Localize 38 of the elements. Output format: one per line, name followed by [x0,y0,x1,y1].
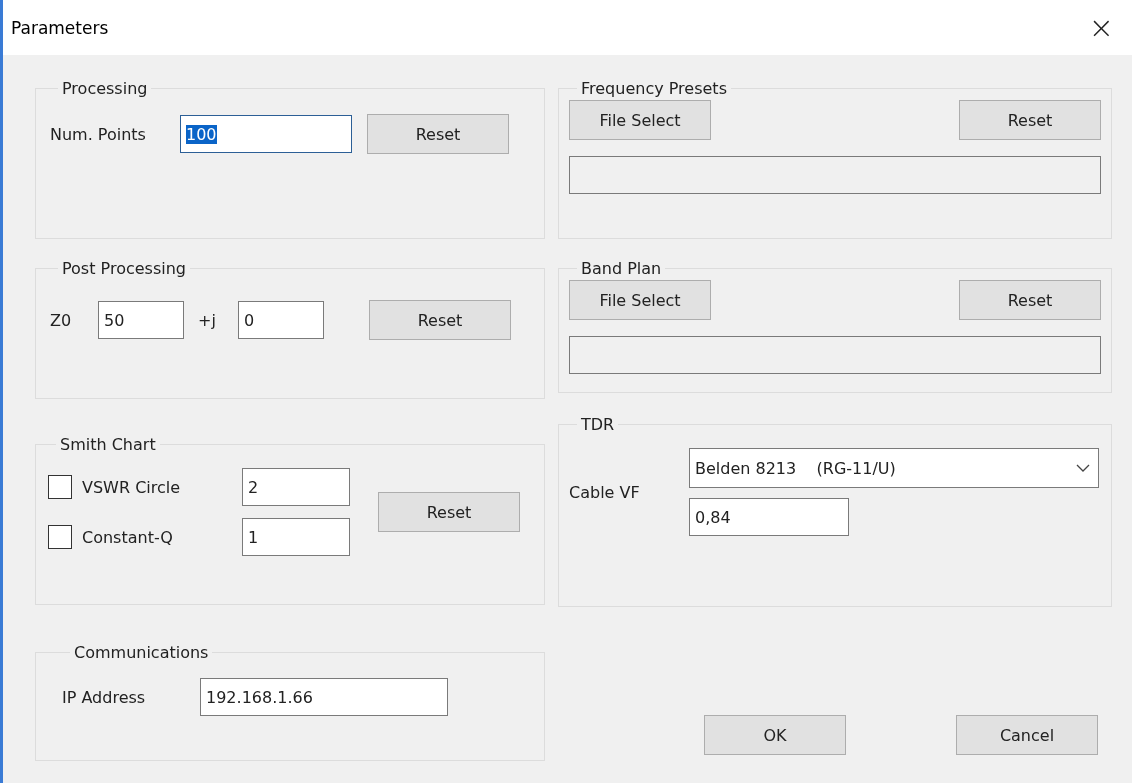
group-title: Band Plan [580,259,663,278]
input-field[interactable]: 0,84 [689,498,849,536]
close-button[interactable]: × [1084,10,1118,45]
checkbox-label: VSWR Circle [81,477,182,497]
group-title: Post Processing [61,259,187,278]
chevron-down-icon [1076,464,1090,472]
reset-button[interactable]: Reset [959,280,1101,320]
input-field[interactable]: 192.168.1.66 [200,678,448,716]
reset-button[interactable]: Reset [959,100,1101,140]
input-field[interactable]: 2 [242,468,350,506]
field-label: Z0 [50,310,73,330]
reset-button[interactable]: Reset [369,300,511,340]
group-title: TDR [580,415,616,434]
file-path-field[interactable] [569,156,1101,194]
input-field[interactable]: 50 [98,301,184,339]
group-title: Smith Chart [59,435,157,454]
field-label: IP Address [62,687,147,707]
field-label: Cable VF [569,482,641,502]
reset-button[interactable]: Reset [378,492,520,532]
cancel-button[interactable]: Cancel [956,715,1098,755]
group-title: Frequency Presets [580,79,728,98]
window-title: Parameters [11,17,109,38]
file-path-field[interactable] [569,336,1101,374]
field-label: Num. Points [50,124,147,144]
group-title: Processing [61,79,149,98]
file-select-button[interactable]: File Select [569,280,711,320]
input-field[interactable]: 100 [180,115,352,153]
checkbox[interactable] [48,525,72,549]
group-title: Communications [73,643,210,662]
input-field[interactable]: 1 [242,518,350,556]
input-field[interactable]: 0 [238,301,324,339]
cable-dropdown[interactable]: Belden 8213 (RG-11/U) [689,448,1099,488]
checkbox-label: Constant-Q [81,527,174,547]
checkbox[interactable] [48,475,72,499]
file-select-button[interactable]: File Select [569,100,711,140]
reset-button[interactable]: Reset [367,114,509,154]
ok-button[interactable]: OK [704,715,846,755]
field-label: +j [198,310,217,330]
